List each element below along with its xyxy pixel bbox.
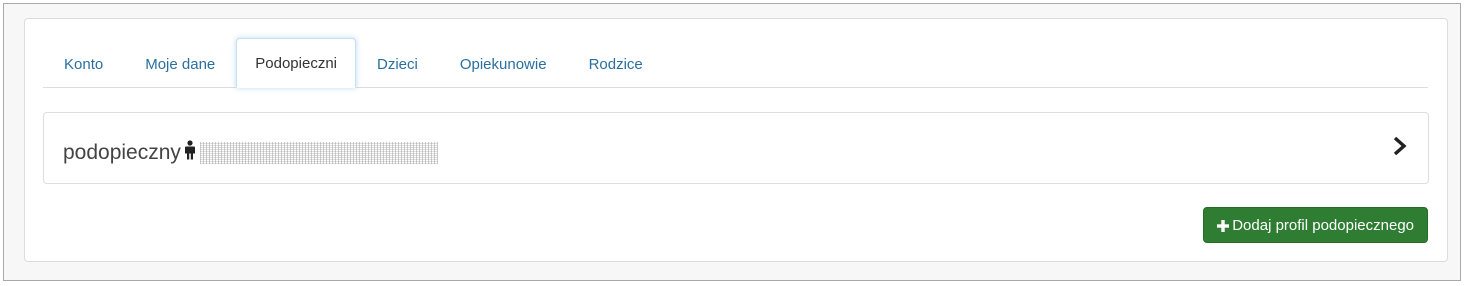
profile-label: podopieczny	[63, 141, 181, 164]
tab-moje-dane[interactable]: Moje dane	[124, 40, 236, 88]
profiles-panel: Konto Moje dane Podopieczni Dzieci Opiek…	[24, 18, 1448, 262]
redacted-name	[199, 142, 438, 164]
add-profile-label: Dodaj profil podopiecznego	[1232, 216, 1414, 234]
tab-opiekunowie[interactable]: Opiekunowie	[439, 40, 568, 88]
plus-icon	[1217, 219, 1230, 232]
profile-heading: podopieczny	[63, 140, 438, 166]
chevron-right-icon[interactable]	[1392, 135, 1408, 157]
tab-podopieczni[interactable]: Podopieczni	[236, 38, 356, 88]
account-tabs: Konto Moje dane Podopieczni Dzieci Opiek…	[43, 38, 1428, 88]
person-icon	[184, 140, 196, 166]
tab-rodzice[interactable]: Rodzice	[568, 40, 664, 88]
profile-card[interactable]: podopieczny	[43, 112, 1429, 184]
page-frame: Konto Moje dane Podopieczni Dzieci Opiek…	[3, 3, 1461, 281]
tab-konto[interactable]: Konto	[43, 40, 124, 88]
tab-dzieci[interactable]: Dzieci	[356, 40, 439, 88]
add-profile-button[interactable]: Dodaj profil podopiecznego	[1203, 207, 1428, 243]
